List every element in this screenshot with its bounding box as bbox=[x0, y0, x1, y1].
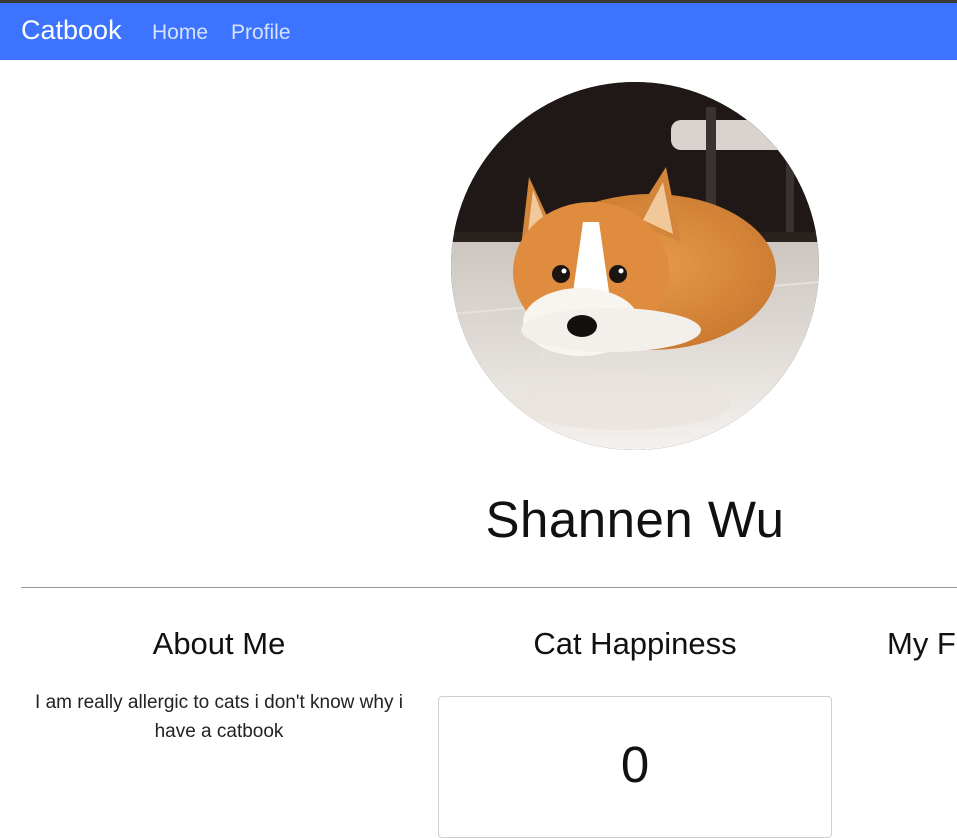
profile-avatar bbox=[451, 82, 819, 450]
nav-link-profile[interactable]: Profile bbox=[231, 21, 291, 45]
corgi-photo-icon bbox=[451, 82, 819, 450]
section-divider bbox=[21, 587, 957, 588]
about-me-heading: About Me bbox=[152, 626, 286, 661]
brand-logo[interactable]: Catbook bbox=[21, 15, 122, 46]
about-me-text: I am really allergic to cats i don't kno… bbox=[35, 692, 403, 742]
cat-happiness-heading: Cat Happiness bbox=[533, 626, 737, 661]
cat-happiness-value: 0 bbox=[620, 736, 650, 793]
cat-happiness-card: 0 bbox=[438, 696, 832, 838]
navbar: Catbook Home Profile bbox=[0, 3, 957, 60]
favorite-heading: My Fa bbox=[887, 626, 957, 661]
nav-link-home[interactable]: Home bbox=[152, 21, 208, 45]
profile-name: Shannen Wu bbox=[485, 491, 785, 548]
